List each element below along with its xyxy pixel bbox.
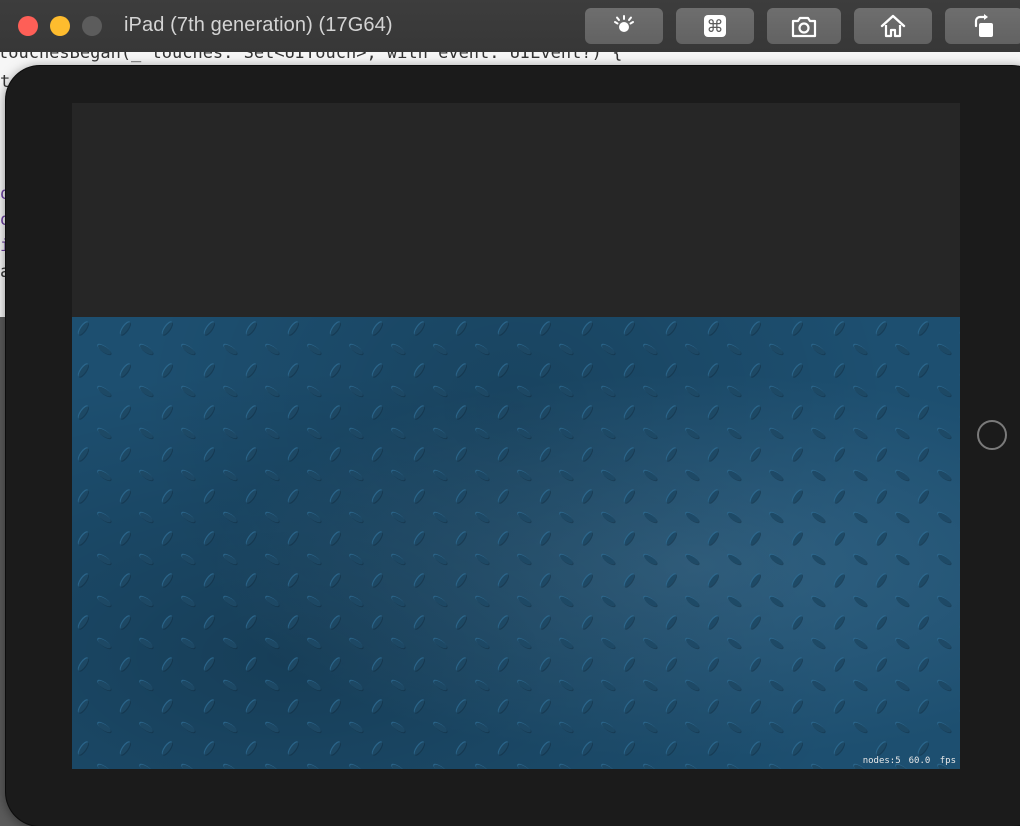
screenshot-icon xyxy=(791,16,817,38)
node-count-label: nodes:5 xyxy=(862,756,901,766)
fps-label: 60.0 fps xyxy=(908,756,956,766)
command-button[interactable]: ⌘ xyxy=(676,8,754,44)
window-title: iPad (7th generation) (17G64) xyxy=(124,14,393,36)
rotate-icon xyxy=(974,14,993,37)
diamond-plate-texture xyxy=(72,317,960,769)
command-icon: ⌘ xyxy=(704,15,726,37)
screenshot-button[interactable] xyxy=(767,8,841,44)
device-home-button[interactable] xyxy=(977,420,1007,450)
simulator-screen[interactable]: nodes:5 60.0 fps xyxy=(72,103,960,769)
scene-dark-area xyxy=(72,103,960,317)
svg-text:⌘: ⌘ xyxy=(707,17,724,37)
scene-stats: nodes:5 60.0 fps xyxy=(863,756,956,766)
zoom-window-button[interactable] xyxy=(82,16,102,36)
code-line: touchesBegan(_ touches: Set<UITouch>, wi… xyxy=(0,52,623,63)
home-icon xyxy=(880,14,906,38)
rotate-button[interactable] xyxy=(945,8,1020,44)
brightness-button[interactable] xyxy=(585,8,663,44)
brightness-icon xyxy=(614,15,634,32)
close-window-button[interactable] xyxy=(18,16,38,36)
minimize-window-button[interactable] xyxy=(50,16,70,36)
diamond-plate-background: nodes:5 60.0 fps xyxy=(72,317,960,769)
window-titlebar: iPad (7th generation) (17G64) ⌘ xyxy=(0,0,1020,52)
home-button[interactable] xyxy=(854,8,932,44)
